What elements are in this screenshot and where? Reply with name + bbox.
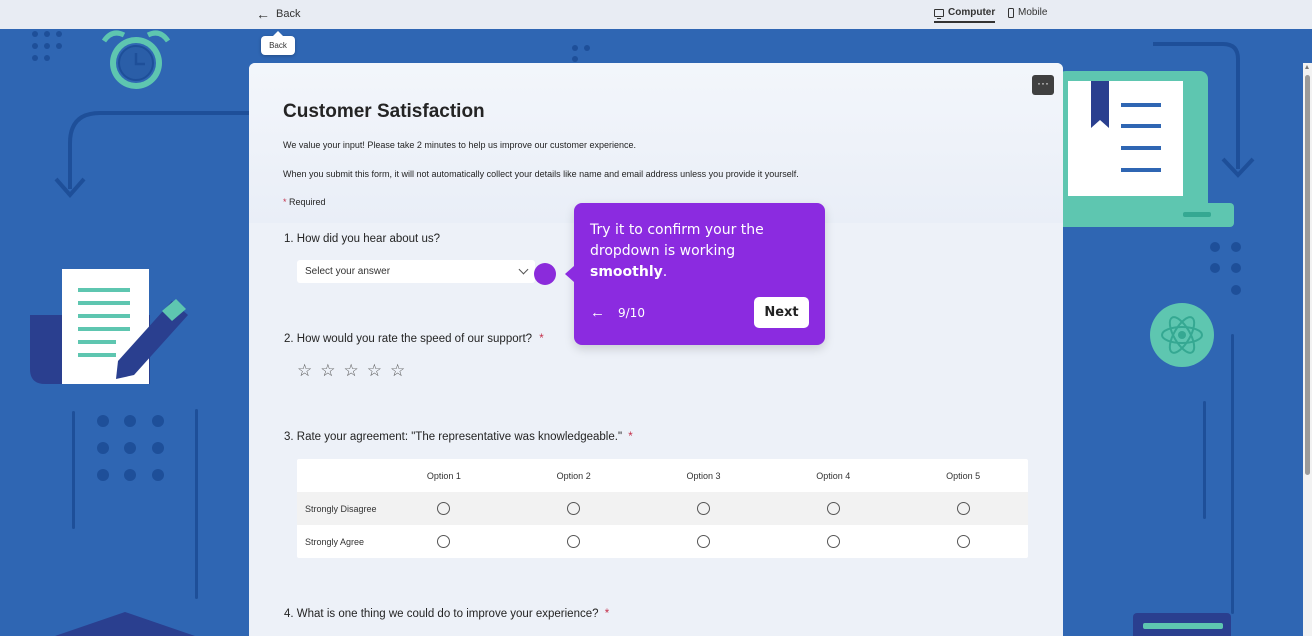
question-4-text: 4. What is one thing we could do to impr… (284, 608, 599, 620)
radio-button[interactable] (567, 502, 581, 515)
matrix-column-header: Option 2 (556, 470, 591, 481)
form-card: ··· Customer Satisfaction We value your … (249, 63, 1063, 636)
matrix-cell (898, 502, 1028, 515)
matrix-row-label: Strongly Agree (305, 536, 365, 547)
view-mobile-label: Mobile (1018, 7, 1048, 18)
matrix-row: Strongly Agree (297, 525, 1028, 558)
form-description: We value your input! Please take 2 minut… (283, 140, 637, 150)
likert-matrix: Option 1 Option 2 Option 3 Option 4 Opti… (297, 459, 1028, 558)
radio-button[interactable] (956, 502, 970, 515)
star-icon[interactable]: ☆ (297, 362, 312, 379)
scroll-up-arrow-icon[interactable] (1305, 65, 1309, 69)
matrix-cell (768, 535, 898, 548)
radio-button[interactable] (826, 535, 840, 548)
matrix-cell (509, 535, 639, 548)
question-2-title: 2. How would you rate the speed of our s… (284, 333, 544, 345)
matrix-cell (639, 502, 769, 515)
view-computer-tab[interactable]: Computer (934, 7, 996, 23)
tour-text-bold: smoothly (590, 264, 663, 280)
radio-button[interactable] (826, 502, 840, 515)
question-1-title: 1. How did you hear about us? (284, 233, 440, 245)
matrix-cell (639, 535, 769, 548)
tour-text-suffix: . (662, 264, 668, 280)
matrix-cell (379, 535, 509, 548)
radio-button[interactable] (696, 535, 710, 548)
document-pencil-illustration (30, 269, 188, 384)
monitor-icon (934, 8, 944, 19)
chevron-down-icon (518, 264, 529, 275)
matrix-column-header: Option 5 (946, 470, 981, 481)
view-computer-label: Computer (948, 7, 996, 18)
form-title: Customer Satisfaction (283, 101, 485, 122)
required-star: * (283, 197, 287, 207)
matrix-column-header: Option 4 (816, 470, 851, 481)
back-button[interactable]: ← Back (256, 7, 300, 21)
required-star: * (539, 333, 544, 345)
question-2-text: 2. How would you rate the speed of our s… (284, 333, 533, 345)
radio-button[interactable] (567, 535, 581, 548)
privacy-note: When you submit this form, it will not a… (283, 169, 799, 179)
more-options-button[interactable]: ··· (1032, 75, 1054, 95)
dropdown-placeholder: Select your answer (305, 266, 391, 277)
radio-button[interactable] (437, 502, 451, 515)
answer-dropdown[interactable]: Select your answer (297, 260, 535, 283)
laptop-book-illustration (1063, 71, 1234, 227)
tour-popup: Try it to confirm your the dropdown is w… (565, 203, 825, 345)
matrix-column-header: Option 3 (686, 470, 721, 481)
left-decoration (30, 30, 250, 636)
page-scrollbar[interactable] (1303, 63, 1312, 636)
matrix-cell (379, 502, 509, 515)
required-label: Required (289, 197, 326, 207)
arrow-left-icon: ← (256, 6, 270, 22)
back-tooltip: Back (261, 31, 295, 55)
phone-icon (1008, 7, 1014, 18)
tour-next-button[interactable]: Next (754, 297, 809, 328)
decor-dot (572, 56, 578, 62)
view-mobile-tab[interactable]: Mobile (1008, 7, 1047, 18)
back-label: Back (276, 8, 301, 20)
matrix-header-row: Option 1 Option 2 Option 3 Option 4 Opti… (297, 459, 1028, 492)
radio-button[interactable] (956, 535, 970, 548)
question-3-title: 3. Rate your agreement: "The representat… (284, 431, 633, 443)
tour-text-prefix: Try it to confirm your the dropdown is w… (590, 222, 764, 259)
tour-beacon[interactable] (534, 263, 556, 285)
arrow-left-icon[interactable]: ← (590, 304, 605, 321)
matrix-cell (768, 502, 898, 515)
matrix-row: Strongly Disagree (297, 492, 1028, 525)
decor-dot (584, 45, 590, 51)
matrix-row-label: Strongly Disagree (305, 503, 377, 514)
scroll-thumb[interactable] (1305, 75, 1310, 475)
matrix-cell (898, 535, 1028, 548)
required-star: * (604, 608, 610, 620)
decor-dot (572, 45, 578, 51)
top-bar: ← Back Computer Mobile (0, 0, 1312, 29)
required-star: * (628, 431, 633, 443)
star-icon[interactable]: ☆ (390, 362, 405, 379)
atom-icon (1150, 303, 1214, 367)
tour-popup-text: Try it to confirm your the dropdown is w… (590, 220, 810, 283)
alarm-clock-icon (101, 30, 171, 89)
radio-button[interactable] (437, 535, 451, 548)
star-rating: ☆ ☆ ☆ ☆ ☆ (297, 362, 405, 379)
required-note: * Required (283, 197, 326, 207)
matrix-cell (509, 502, 639, 515)
tour-step-counter: 9/10 (618, 306, 645, 320)
right-decoration (1063, 42, 1255, 636)
star-icon[interactable]: ☆ (320, 362, 335, 379)
matrix-column-header: Option 1 (426, 470, 461, 481)
star-icon[interactable]: ☆ (344, 362, 359, 379)
question-4-title: 4. What is one thing we could do to impr… (284, 608, 609, 620)
question-3-text: 3. Rate your agreement: "The representat… (284, 431, 623, 443)
radio-button[interactable] (696, 502, 710, 515)
star-icon[interactable]: ☆ (367, 362, 382, 379)
